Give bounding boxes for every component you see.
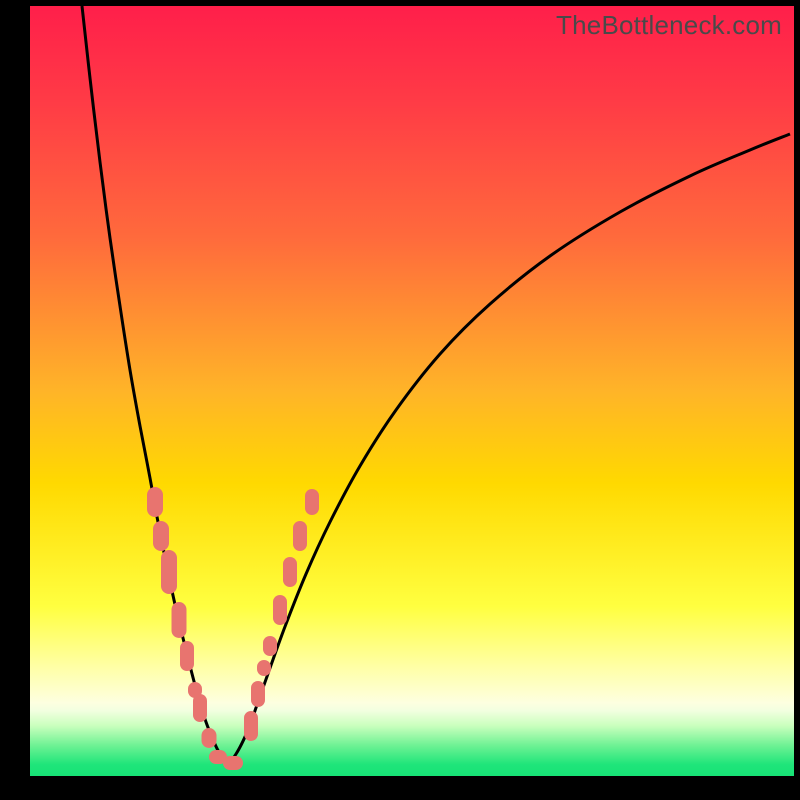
curve-marker [193,694,207,722]
curve-marker [202,728,217,748]
plot-area: TheBottleneck.com [30,6,794,776]
watermark-text: TheBottleneck.com [556,10,782,41]
curve-marker [251,681,265,707]
curve-marker [257,660,271,676]
curve-marker [293,521,307,551]
gradient-background [30,6,794,776]
curve-marker [153,521,169,551]
curve-marker [273,595,287,625]
curve-marker [223,756,243,770]
chart-svg [30,6,794,776]
curve-marker [172,602,187,638]
curve-marker [161,550,177,594]
curve-marker [244,711,258,741]
curve-marker [305,489,319,515]
curve-marker [263,636,277,656]
chart-frame: TheBottleneck.com [0,0,800,800]
curve-marker [283,557,297,587]
curve-marker [180,641,194,671]
curve-marker [147,487,163,517]
